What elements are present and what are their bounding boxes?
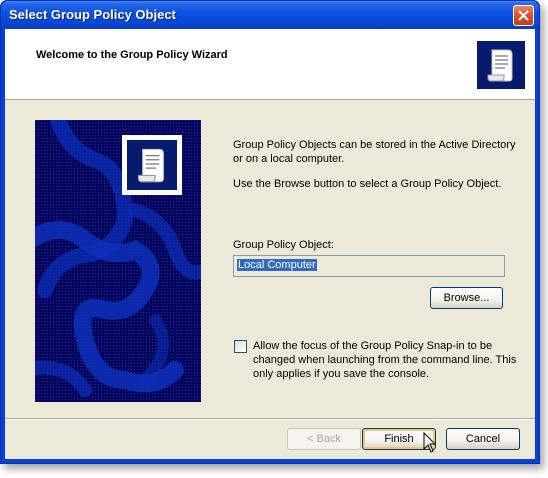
dialog-client-area: Welcome to the Group Policy Wizard Group… (5, 29, 535, 459)
close-icon (518, 10, 529, 21)
scroll-document-icon (122, 135, 182, 195)
description-storage: Group Policy Objects can be stored in th… (233, 139, 516, 165)
footer-divider (5, 418, 535, 420)
browse-button[interactable]: Browse... (430, 287, 503, 309)
mouse-cursor-icon (423, 432, 437, 453)
wizard-header: Welcome to the Group Policy Wizard (5, 29, 535, 100)
close-button[interactable] (513, 5, 534, 26)
wizard-header-title: Welcome to the Group Policy Wizard (36, 49, 228, 61)
wizard-side-graphic (35, 120, 201, 402)
back-button[interactable]: < Back (287, 428, 361, 450)
description-browse: Use the Browse button to select a Group … (233, 178, 502, 190)
gpo-field-value: Local Computer (237, 259, 317, 271)
allow-focus-change-checkbox[interactable] (234, 340, 247, 353)
dialog-window: Select Group Policy Object Welcome to th… (0, 0, 540, 464)
scroll-document-icon (477, 41, 525, 89)
cancel-button[interactable]: Cancel (446, 428, 520, 450)
gpo-label: Group Policy Object: (233, 239, 334, 251)
gpo-field[interactable]: Local Computer (233, 255, 505, 277)
title-bar[interactable]: Select Group Policy Object (1, 1, 539, 29)
window-title: Select Group Policy Object (9, 7, 176, 22)
allow-focus-change-label[interactable]: Allow the focus of the Group Policy Snap… (253, 339, 523, 381)
